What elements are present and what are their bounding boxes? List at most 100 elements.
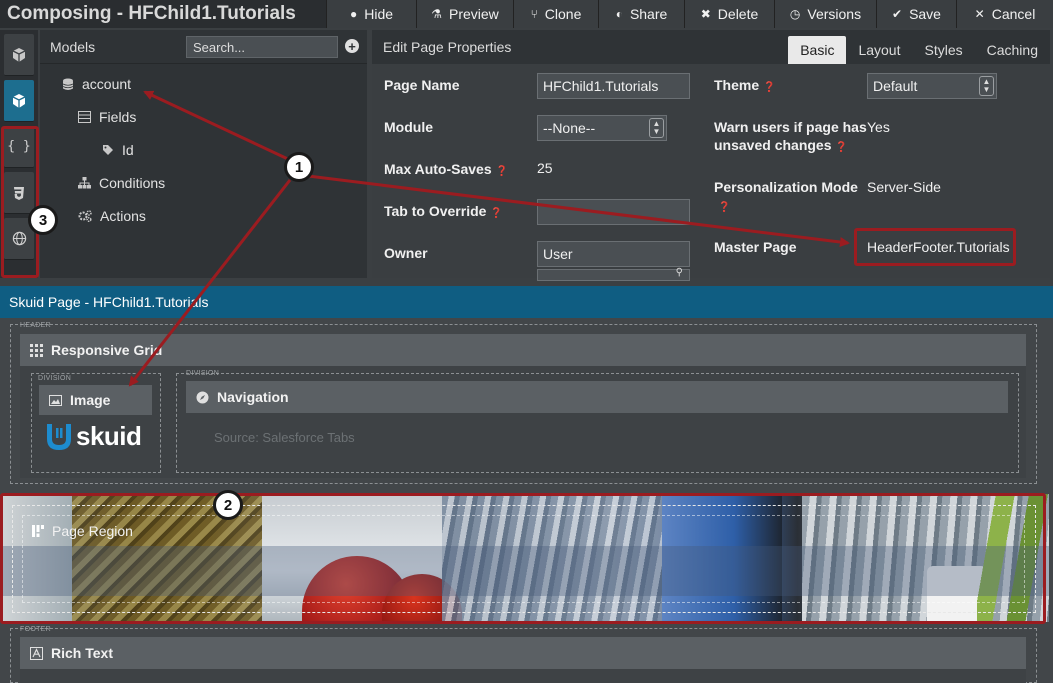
tree-item-fields[interactable]: Fields — [78, 109, 136, 125]
flask-icon: ⚗ — [431, 7, 442, 21]
tab-layout[interactable]: Layout — [846, 36, 912, 64]
theme-select[interactable]: Default ▲ ▼ — [867, 73, 997, 99]
header-tag: HEADER — [20, 322, 51, 329]
rich-text-header[interactable]: Rich Text — [20, 637, 1026, 669]
max-autosaves-label-text: Max Auto-Saves — [384, 161, 492, 177]
tab-basic[interactable]: Basic — [788, 36, 847, 64]
tree-label-id: Id — [122, 142, 134, 158]
help-icon[interactable]: ❓ — [490, 208, 502, 219]
owner-lookup-input[interactable]: ⚲ — [537, 267, 690, 281]
rich-text-icon — [30, 646, 43, 660]
theme-label: Theme ❓ — [714, 76, 775, 97]
owner-input[interactable]: User — [537, 241, 690, 267]
tag-icon — [103, 145, 113, 155]
navigation-component-header[interactable]: Navigation — [186, 381, 1008, 413]
preview-label: Preview — [448, 6, 499, 22]
clock-icon: ◷ — [789, 7, 801, 21]
annotation-box-rail — [1, 126, 39, 278]
owner-label: Owner — [384, 245, 428, 261]
tree-item-account[interactable]: account — [62, 76, 131, 92]
compass-icon — [196, 391, 209, 403]
tree-item-id[interactable]: Id — [102, 142, 134, 158]
share-button[interactable]: ◐ Share — [598, 0, 684, 28]
navigation-source: Source: Salesforce Tabs — [214, 430, 355, 445]
callout-1: 1 — [284, 152, 314, 182]
help-icon[interactable]: ❓ — [763, 82, 775, 93]
tree-label-account: account — [82, 76, 132, 92]
module-select[interactable]: --None-- ▲ ▼ — [537, 115, 667, 141]
grid-icon — [30, 343, 43, 357]
image-component-body: skuid — [39, 415, 152, 459]
eye-icon: ● — [349, 7, 358, 21]
gears-icon — [78, 210, 92, 222]
warn-unsaved-value[interactable]: Yes — [867, 119, 890, 135]
select-arrows-icon: ▲ ▼ — [649, 118, 664, 138]
sitemap-icon — [78, 177, 91, 189]
personalization-label-text: Personalization Mode — [714, 179, 858, 195]
cube-icon — [12, 93, 26, 108]
canvas-title: Skuid Page - HFChild1.Tutorials — [0, 286, 1053, 318]
tree-label-conditions: Conditions — [99, 175, 166, 191]
division-tag-2: DIVISION — [186, 370, 220, 377]
list-icon — [78, 111, 91, 123]
add-model-button[interactable]: + — [345, 39, 359, 53]
master-page-label: Master Page — [714, 239, 797, 255]
help-icon[interactable]: ❓ — [835, 142, 847, 153]
save-label: Save — [909, 6, 941, 22]
save-button[interactable]: ✔ Save — [876, 0, 956, 28]
warn-unsaved-label: Warn users if page has unsaved changes ❓ — [714, 118, 867, 157]
theme-label-text: Theme — [714, 77, 760, 93]
help-icon[interactable]: ❓ — [714, 202, 730, 213]
clone-button[interactable]: ⑂ Clone — [513, 0, 598, 28]
rich-text-label: Rich Text — [51, 645, 113, 661]
tab-caching[interactable]: Caching — [975, 36, 1050, 64]
skuid-logo-icon — [47, 423, 71, 450]
responsive-grid-header[interactable]: Responsive Grid — [20, 334, 1026, 366]
preview-button[interactable]: ⚗ Preview — [416, 0, 513, 28]
versions-label: Versions — [807, 6, 862, 22]
rail-models[interactable] — [4, 80, 34, 122]
warn-label-line2: unsaved changes — [714, 137, 832, 153]
hide-button[interactable]: ● Hide — [326, 0, 416, 28]
skuid-logo-text: skuid — [76, 421, 142, 451]
delete-button[interactable]: ✖ Delete — [684, 0, 774, 28]
times-circle-icon: ✖ — [700, 7, 711, 21]
callout-2: 2 — [213, 490, 243, 520]
close-icon: ✕ — [974, 7, 985, 21]
image-component-header[interactable]: Image — [39, 385, 152, 415]
clone-label: Clone — [544, 6, 582, 22]
image-icon — [49, 394, 62, 406]
rail-components[interactable] — [4, 34, 34, 76]
share-label: Share — [629, 6, 668, 22]
cube-outline-icon — [12, 47, 26, 62]
footer-tag: FOOTER — [20, 626, 51, 633]
page-name-label: Page Name — [384, 77, 460, 93]
hide-label: Hide — [364, 6, 394, 22]
cancel-label: Cancel — [991, 6, 1036, 22]
division-tag-1: DIVISION — [38, 375, 72, 382]
delete-label: Delete — [717, 6, 759, 22]
top-bar: Composing - HFChild1.Tutorials ● Hide ⚗ Pr… — [0, 0, 1053, 28]
tree-item-actions[interactable]: Actions — [78, 208, 146, 224]
help-icon[interactable]: ❓ — [496, 166, 508, 177]
navigation-label: Navigation — [217, 389, 289, 405]
models-panel: Models Search... + account Fields Id Con… — [40, 30, 367, 278]
responsive-grid-label: Responsive Grid — [51, 342, 163, 358]
max-autosaves-value: 25 — [537, 160, 553, 176]
versions-button[interactable]: ◷ Versions — [774, 0, 876, 28]
page-title: Composing - HFChild1.Tutorials — [7, 3, 296, 24]
tab-override-label-text: Tab to Override — [384, 203, 487, 219]
tab-styles[interactable]: Styles — [913, 36, 975, 64]
cancel-button[interactable]: ✕ Cancel — [956, 0, 1053, 28]
database-icon — [62, 78, 74, 90]
image-label: Image — [70, 392, 111, 408]
fork-icon: ⑂ — [530, 7, 538, 21]
page-name-input[interactable]: HFChild1.Tutorials — [537, 73, 690, 99]
warn-label-line1: Warn users if page has — [714, 119, 867, 135]
personalization-value[interactable]: Server-Side — [867, 179, 941, 195]
models-search-input[interactable]: Search... — [186, 36, 338, 58]
tree-item-conditions[interactable]: Conditions — [78, 175, 165, 191]
tab-override-input[interactable] — [537, 199, 690, 225]
skuid-composer: Composing - HFChild1.Tutorials ● Hide ⚗ Pr… — [0, 0, 1053, 683]
callout-3: 3 — [28, 205, 58, 235]
